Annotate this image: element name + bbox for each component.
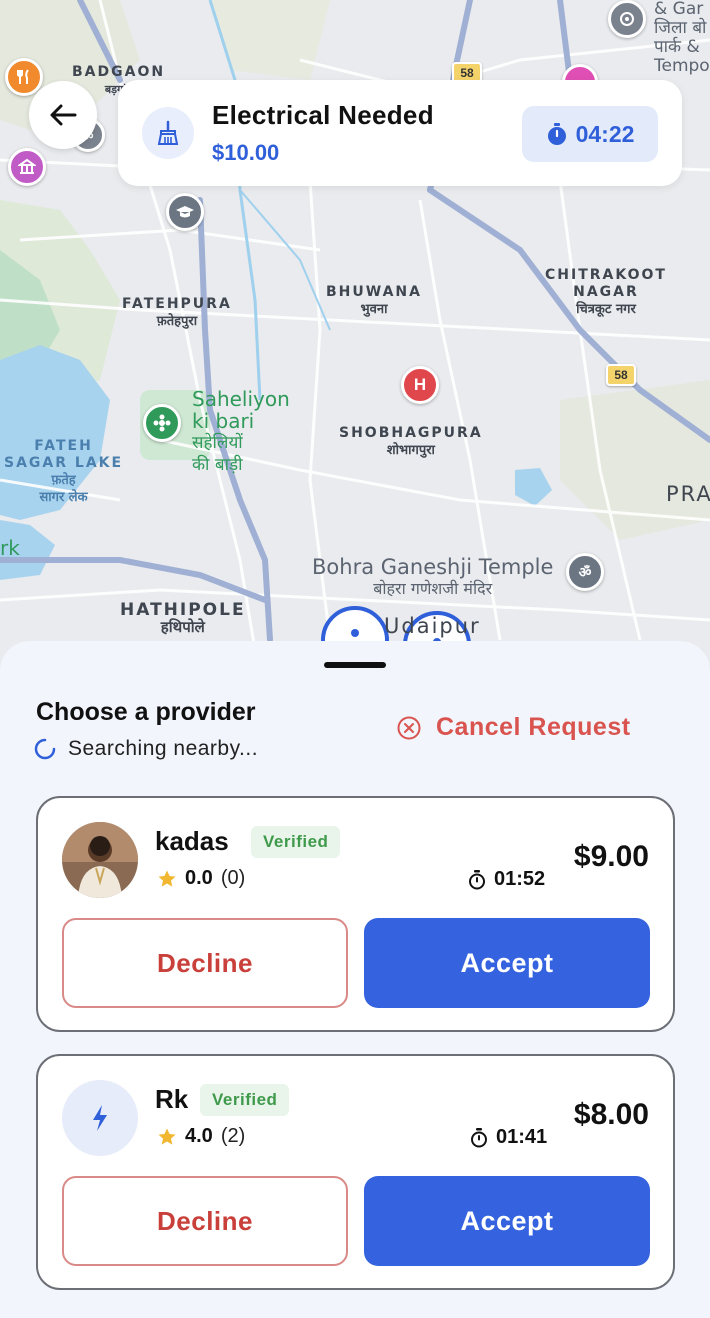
school-icon[interactable] xyxy=(166,193,204,231)
provider-card: kadas Verified 0.0 (0) 01:52 $9.00 Decli… xyxy=(36,796,675,1032)
garden-icon[interactable] xyxy=(143,404,181,442)
map-label-udaipur: Udaipur xyxy=(384,614,481,638)
bolt-icon xyxy=(62,1080,138,1156)
rating-count: (2) xyxy=(220,1125,246,1147)
sheet-drag-handle[interactable] xyxy=(324,662,386,668)
job-title: Electrical Needed xyxy=(212,100,434,130)
eta-value: 01:41 xyxy=(496,1126,548,1148)
rating-score: 4.0 xyxy=(185,1125,213,1147)
decline-button[interactable]: Decline xyxy=(62,1176,348,1266)
landmark-icon[interactable] xyxy=(608,0,646,38)
map-label-pra: PRA xyxy=(666,482,710,506)
highway-shield: 58 xyxy=(606,364,636,386)
provider-name: Rk xyxy=(155,1084,189,1114)
searching-text: Searching nearby... xyxy=(68,737,259,760)
provider-eta: 01:41 xyxy=(470,1126,547,1149)
provider-price: $9.00 xyxy=(573,840,649,873)
map-label-fateh-sagar: FATEH SAGAR LAKE फ़तेह सागर लेक xyxy=(4,438,124,505)
job-summary-card: Electrical Needed $10.00 04:22 xyxy=(118,80,682,186)
avatar xyxy=(62,822,138,898)
verified-badge: Verified xyxy=(251,826,341,858)
restaurant-icon[interactable] xyxy=(5,58,43,96)
cancel-request-label: Cancel Request xyxy=(436,713,631,741)
sheet-title: Choose a provider xyxy=(36,698,256,726)
stopwatch-icon xyxy=(469,869,485,889)
rating-count: (0) xyxy=(220,867,246,889)
back-button[interactable] xyxy=(29,81,97,149)
accept-button[interactable]: Accept xyxy=(364,1176,650,1266)
stopwatch-icon xyxy=(547,123,566,145)
provider-eta: 01:52 xyxy=(468,868,545,891)
provider-name: kadas xyxy=(155,826,229,856)
map-label-fatehpura: FATEHPURA फ़तेहपुरा xyxy=(122,296,232,329)
map-label-hathipole: HATHIPOLE हथिपोले xyxy=(120,600,246,636)
cancel-request-button[interactable]: Cancel Request xyxy=(396,713,631,742)
museum-icon[interactable] xyxy=(8,148,46,186)
verified-badge: Verified xyxy=(200,1084,290,1116)
rating-score: 0.0 xyxy=(185,867,213,889)
map-label-chitrakoot: CHITRAKOOT NAGAR चित्रकूट नगर xyxy=(545,267,667,317)
star-icon xyxy=(158,1128,176,1145)
hospital-icon[interactable]: H xyxy=(401,366,439,404)
decline-button[interactable]: Decline xyxy=(62,918,348,1008)
timer-value: 04:22 xyxy=(575,120,635,147)
map-label-garden: & Gar जिला बो पार्क & Tempo xyxy=(654,0,710,76)
arrow-left-icon xyxy=(50,104,77,126)
provider-price: $8.00 xyxy=(573,1098,649,1131)
temple-icon[interactable]: ॐ xyxy=(566,553,604,591)
eta-value: 01:52 xyxy=(494,868,546,890)
job-price: $10.00 xyxy=(212,140,280,165)
provider-sheet: Choose a provider Searching nearby... Ca… xyxy=(0,641,710,1318)
close-circle-icon xyxy=(397,716,421,739)
app-screen: BADGAON बड़गांव FATEHPURA फ़तेहपुरा BHUW… xyxy=(0,0,710,1318)
map-label-rk: rk xyxy=(0,536,20,560)
stopwatch-icon xyxy=(471,1127,487,1147)
map-label-bhuwana: BHUWANA भुवना xyxy=(326,284,422,317)
request-timer: 04:22 xyxy=(522,106,658,162)
provider-card: Rk Verified 4.0 (2) 01:41 $8.00 Decline … xyxy=(36,1054,675,1290)
searching-status: Searching nearby... xyxy=(34,737,258,761)
map-label-bohra-temple: Bohra Ganeshji Temple बोहरा गणेशजी मंदिर xyxy=(312,555,554,598)
provider-rating: 4.0 (2) xyxy=(157,1125,245,1148)
provider-rating: 0.0 (0) xyxy=(157,867,245,890)
map-label-saheliyon: Saheliyon ki bari सहेलियों की बाड़ी xyxy=(192,387,290,475)
accept-button[interactable]: Accept xyxy=(364,918,650,1008)
broom-icon xyxy=(142,107,194,159)
star-icon xyxy=(158,870,176,887)
loading-spinner-icon xyxy=(34,738,56,760)
map-label-shobhagpura: SHOBHAGPURA शोभागपुरा xyxy=(339,425,483,458)
